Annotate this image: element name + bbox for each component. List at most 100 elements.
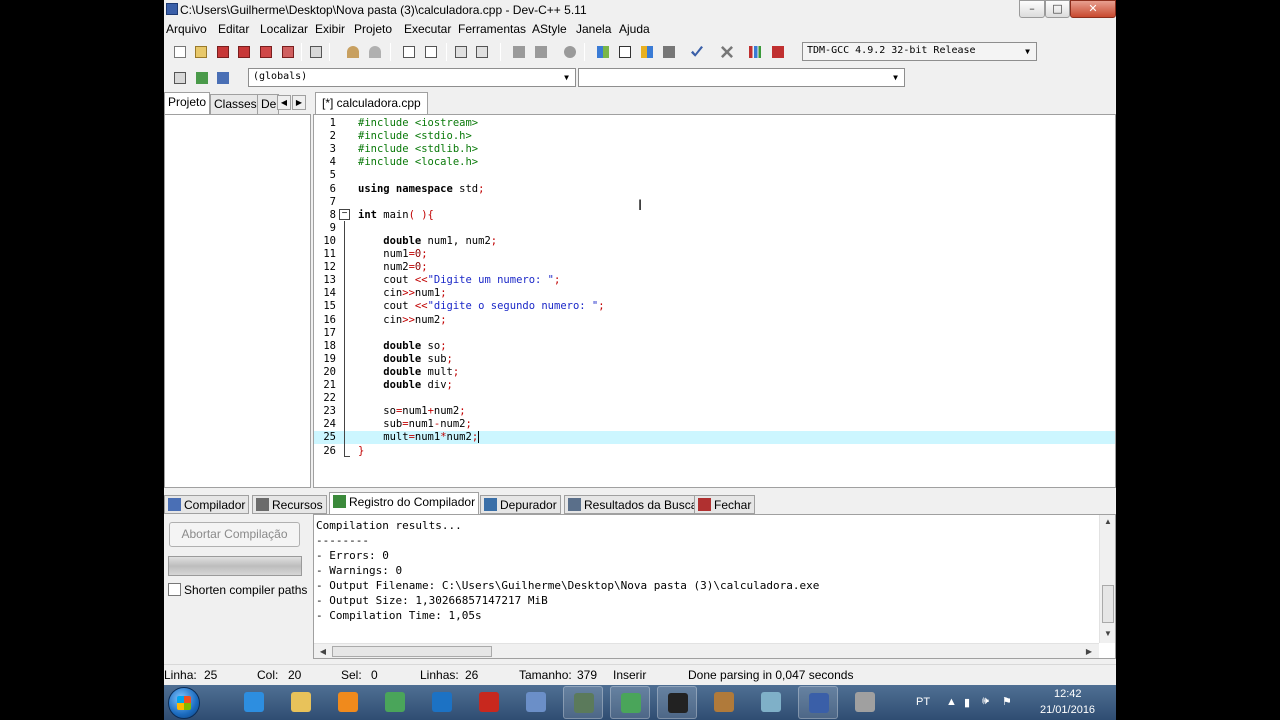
- taskbar-app-button[interactable]: [516, 686, 556, 719]
- replace-button[interactable]: [422, 43, 440, 61]
- code-line[interactable]: 4 #include <locale.h>: [314, 156, 1115, 169]
- taskbar-app-button[interactable]: [845, 686, 885, 719]
- tab-depurador[interactable]: Depurador: [480, 495, 561, 514]
- close-all-button[interactable]: [279, 43, 297, 61]
- scroll-left-icon[interactable]: ◀: [316, 647, 330, 656]
- taskbar-app-button[interactable]: [469, 686, 509, 719]
- new-project-button[interactable]: [171, 69, 189, 87]
- code-line[interactable]: 16 cin>>num2;: [314, 314, 1115, 327]
- save-button[interactable]: [214, 43, 232, 61]
- menu-janela[interactable]: Janela: [576, 22, 611, 36]
- scroll-down-icon[interactable]: ▼: [1101, 629, 1115, 638]
- code-line[interactable]: 19 double sub;: [314, 353, 1115, 366]
- code-line[interactable]: 24 sub=num1-num2;: [314, 418, 1115, 431]
- taskbar-app-button[interactable]: [563, 686, 603, 719]
- insert-button[interactable]: [193, 69, 211, 87]
- code-line[interactable]: 14 cin>>num1;: [314, 287, 1115, 300]
- code-line[interactable]: 26}: [314, 445, 1115, 458]
- goto-line-button[interactable]: [452, 43, 470, 61]
- taskbar-app-button[interactable]: [375, 686, 415, 719]
- syntax-check-button[interactable]: [688, 43, 706, 61]
- flag-icon[interactable]: ⚑: [1002, 695, 1012, 708]
- forward-button[interactable]: [532, 43, 550, 61]
- code-line[interactable]: 13 cout <<"Digite um numero: ";: [314, 274, 1115, 287]
- code-line[interactable]: 10 double num1, num2;: [314, 235, 1115, 248]
- menu-executar[interactable]: Executar: [404, 22, 451, 36]
- indent-button[interactable]: [473, 43, 491, 61]
- member-select[interactable]: ▼: [578, 68, 905, 87]
- log-horizontal-scrollbar[interactable]: ◀ ▶: [314, 643, 1099, 658]
- volume-icon[interactable]: 🕪: [982, 695, 989, 708]
- find-button[interactable]: [400, 43, 418, 61]
- scroll-right-icon[interactable]: ▶: [1082, 647, 1096, 656]
- scroll-thumb[interactable]: [332, 646, 492, 657]
- code-line[interactable]: 6 using namespace std;: [314, 183, 1115, 196]
- compile-log[interactable]: Compilation results... -------- - Errors: …: [313, 514, 1116, 659]
- menu-editar[interactable]: Editar: [218, 22, 249, 36]
- maximize-button[interactable]: □: [1045, 0, 1070, 18]
- tab-registro-do-compilador[interactable]: Registro do Compilador: [329, 492, 480, 514]
- taskbar-app-button[interactable]: [657, 686, 697, 719]
- save-all-button[interactable]: [235, 43, 253, 61]
- menu-localizar[interactable]: Localizar: [260, 22, 308, 36]
- code-line[interactable]: 18 double so;: [314, 340, 1115, 353]
- tab-compilador[interactable]: Compilador: [164, 495, 250, 514]
- language-indicator[interactable]: PT: [916, 696, 930, 708]
- code-line[interactable]: 9: [314, 222, 1115, 235]
- tab-projeto[interactable]: Projeto: [164, 92, 211, 114]
- close-file-button[interactable]: [257, 43, 275, 61]
- tab-scroll-right-button[interactable]: ▶: [292, 95, 306, 110]
- compile-run-button[interactable]: [638, 43, 656, 61]
- code-line[interactable]: 25 mult=num1*num2;: [314, 431, 1115, 445]
- rebuild-all-button[interactable]: [660, 43, 678, 61]
- scroll-thumb[interactable]: [1102, 585, 1114, 623]
- code-line[interactable]: 15 cout <<"digite o segundo numero: ";: [314, 300, 1115, 313]
- fold-toggle[interactable]: −: [339, 209, 350, 220]
- menu-ajuda[interactable]: Ajuda: [619, 22, 650, 36]
- stop-button[interactable]: [561, 43, 579, 61]
- taskbar-app-button[interactable]: [610, 686, 650, 719]
- tab-classes[interactable]: Classes: [210, 94, 261, 114]
- tab-debug[interactable]: De: [257, 94, 279, 114]
- code-line[interactable]: 21 double div;: [314, 379, 1115, 392]
- code-line[interactable]: 17: [314, 327, 1115, 340]
- undo-button[interactable]: [344, 43, 362, 61]
- new-file-button[interactable]: [171, 43, 189, 61]
- taskbar-app-button[interactable]: [234, 686, 274, 719]
- start-button[interactable]: [168, 687, 200, 719]
- taskbar-app-button[interactable]: [751, 686, 791, 719]
- tab-calculadora-cpp[interactable]: [*] calculadora.cpp: [315, 92, 428, 114]
- menu-ferramentas[interactable]: Ferramentas: [458, 22, 526, 36]
- project-tree[interactable]: [164, 114, 311, 488]
- code-line[interactable]: 7: [314, 196, 1115, 209]
- open-button[interactable]: [192, 43, 210, 61]
- scroll-up-icon[interactable]: ▲: [1101, 517, 1115, 526]
- menu-astyle[interactable]: AStyle: [532, 22, 567, 36]
- tab-recursos[interactable]: Recursos: [252, 495, 327, 514]
- minimize-button[interactable]: –: [1019, 0, 1045, 18]
- taskbar-app-button[interactable]: [704, 686, 744, 719]
- code-line[interactable]: 1 #include <iostream>: [314, 117, 1115, 130]
- taskbar-app-button[interactable]: [422, 686, 462, 719]
- shorten-paths-checkbox[interactable]: [168, 583, 181, 596]
- network-icon[interactable]: ▮: [964, 696, 970, 709]
- clock-date[interactable]: 21/01/2016: [1040, 704, 1095, 716]
- log-vertical-scrollbar[interactable]: ▲ ▼: [1099, 515, 1115, 643]
- abort-compilation-button[interactable]: Abortar Compilação: [169, 522, 300, 547]
- print-button[interactable]: [307, 43, 325, 61]
- tab-scroll-left-button[interactable]: ◀: [277, 95, 291, 110]
- bookmark-button[interactable]: [214, 69, 232, 87]
- compile-button[interactable]: [594, 43, 612, 61]
- taskbar-app-button[interactable]: [328, 686, 368, 719]
- compiler-select[interactable]: TDM-GCC 4.9.2 32-bit Release ▼: [802, 42, 1037, 61]
- redo-button[interactable]: [366, 43, 384, 61]
- delete-profile-button[interactable]: [769, 43, 787, 61]
- stop-execution-button[interactable]: [718, 43, 736, 61]
- code-line[interactable]: 12 num2=0;: [314, 261, 1115, 274]
- clock-time[interactable]: 12:42: [1054, 688, 1082, 700]
- code-line[interactable]: 11 num1=0;: [314, 248, 1115, 261]
- code-line[interactable]: 8 int main( ){: [314, 209, 1115, 222]
- code-editor[interactable]: 1 #include <iostream> 2 #include <stdio.h> 3…: [313, 114, 1116, 488]
- code-line[interactable]: 2 #include <stdio.h>: [314, 130, 1115, 143]
- menu-arquivo[interactable]: Arquivo: [166, 22, 207, 36]
